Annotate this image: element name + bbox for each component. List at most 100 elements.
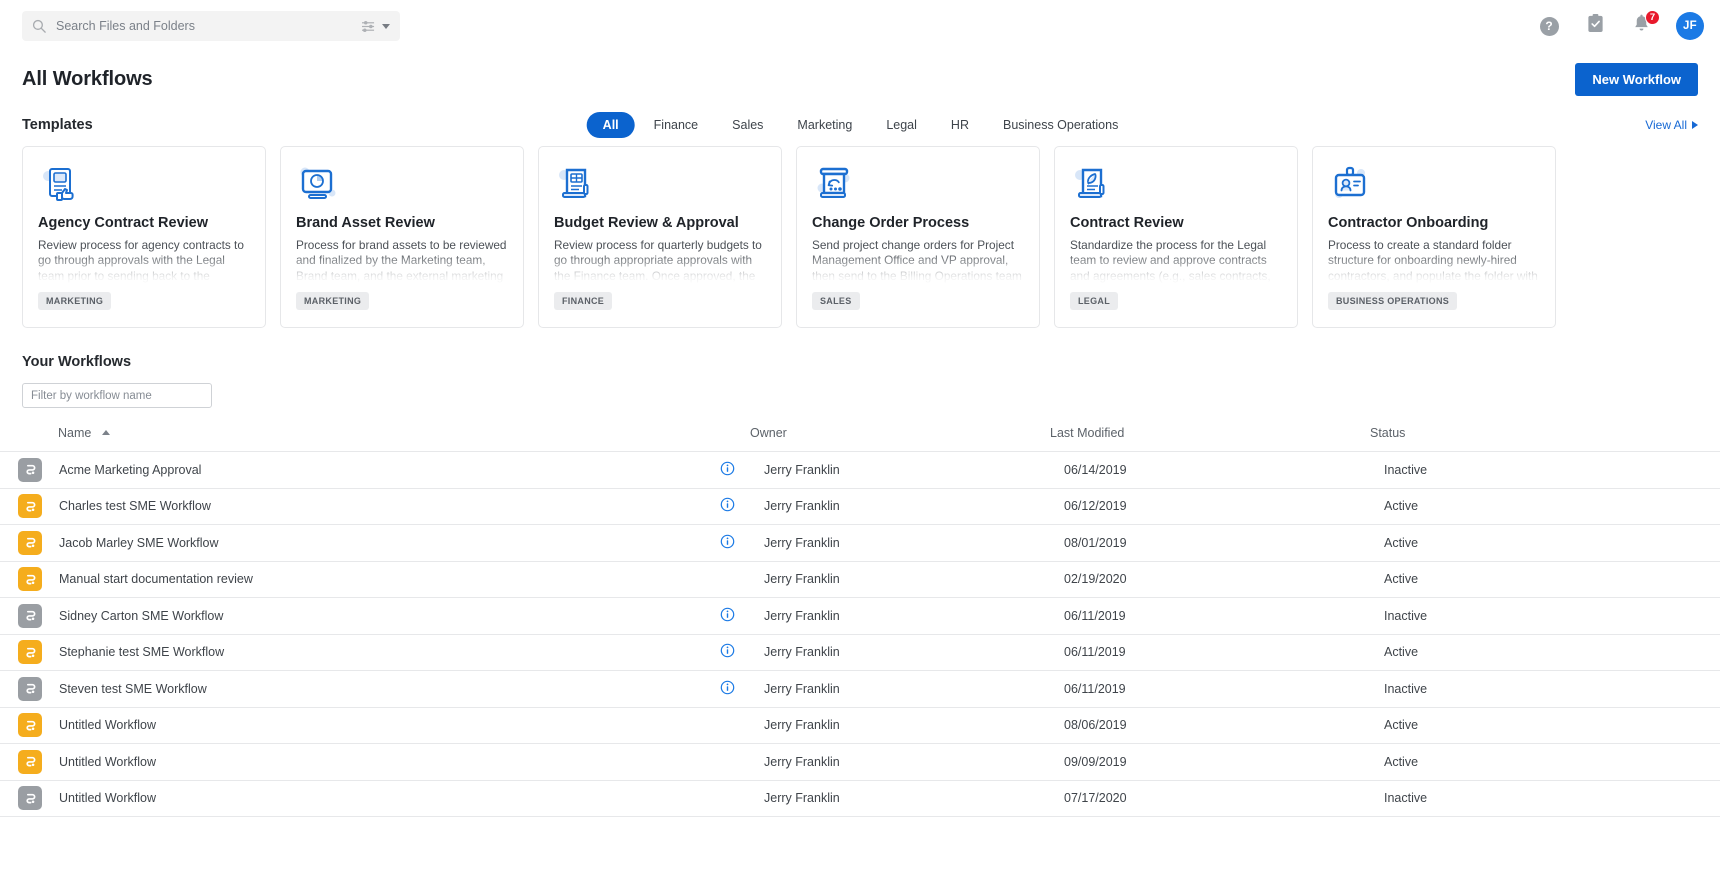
table-row[interactable]: Steven test SME Workflow Jerry Franklin 06… (0, 670, 1720, 708)
template-category-tabs: All Finance Sales Marketing Legal HR Business … (586, 112, 1134, 138)
search-bar[interactable] (22, 11, 400, 41)
workflow-name[interactable]: Jacob Marley SME Workflow (59, 536, 219, 550)
table-row[interactable]: Manual start documentation review Jerry F… (0, 561, 1720, 598)
table-row[interactable]: Stephanie test SME Workflow Jerry Frankli… (0, 634, 1720, 671)
table-row[interactable]: Jacob Marley SME Workflow Jerry Franklin 0… (0, 524, 1720, 562)
view-all-templates-link[interactable]: View All (1645, 118, 1698, 132)
cell-info[interactable] (720, 634, 750, 671)
table-row[interactable]: Charles test SME Workflow Jerry Franklin 0… (0, 488, 1720, 525)
info-icon[interactable] (720, 461, 735, 479)
template-tab-marketing[interactable]: Marketing (782, 112, 867, 138)
cell-last-modified: 06/11/2019 (1064, 608, 1126, 623)
status-badge: Inactive (1384, 608, 1428, 623)
workflow-icon (18, 713, 42, 738)
template-card-description-wrap: Process for brand assets to be reviewed … (296, 238, 508, 286)
info-icon[interactable] (720, 497, 735, 515)
column-header-info (720, 426, 750, 452)
sort-ascending-icon (101, 430, 110, 435)
template-tab-all[interactable]: All (586, 112, 635, 138)
table-row[interactable]: Acme Marketing Approval Jerry Franklin 06/… (0, 451, 1720, 489)
template-tab-sales[interactable]: Sales (717, 112, 778, 138)
template-card-title: Brand Asset Review (296, 215, 435, 231)
workflows-table-body: Acme Marketing Approval Jerry Franklin 06/… (0, 451, 1720, 817)
search-filter-icon[interactable] (361, 19, 377, 33)
template-card-description-wrap: Process to create a standard folder stru… (1328, 238, 1540, 286)
template-card-description-wrap: Send project change orders for Project M… (812, 238, 1024, 286)
template-card[interactable]: Change Order Process Send project change … (796, 146, 1040, 328)
cell-info (720, 561, 750, 598)
cell-info[interactable] (720, 452, 750, 489)
status-badge: Inactive (1384, 462, 1428, 477)
workflow-name[interactable]: Stephanie test SME Workflow (59, 645, 224, 659)
cell-info[interactable] (720, 525, 750, 562)
template-card[interactable]: Budget Review & Approval Review process f… (538, 146, 782, 328)
template-card-tag: FINANCE (554, 292, 613, 310)
template-card-description: Standardize the process for the Legal te… (1070, 238, 1271, 286)
column-header-name[interactable]: Name (0, 426, 720, 452)
cell-name: Untitled Workflow (0, 744, 720, 781)
info-icon[interactable] (720, 534, 735, 552)
monitor-chart-icon (296, 161, 508, 209)
chevron-down-icon[interactable] (382, 23, 390, 29)
help-button[interactable]: ? (1538, 15, 1560, 37)
status-badge: Active (1384, 535, 1419, 550)
template-tab-label: Sales (732, 118, 764, 132)
scroll-quill-icon (1070, 161, 1282, 209)
document-image-thumbsup-icon (38, 161, 250, 209)
template-card[interactable]: Agency Contract Review Review process for… (22, 146, 266, 328)
table-row[interactable]: Untitled Workflow Jerry Franklin 07/17/202… (0, 780, 1720, 817)
workflow-name[interactable]: Charles test SME Workflow (59, 499, 211, 513)
cell-name: Sidney Carton SME Workflow (0, 598, 720, 635)
template-tab-business-operations[interactable]: Business Operations (988, 112, 1133, 138)
workflow-name[interactable]: Sidney Carton SME Workflow (59, 609, 223, 623)
cell-last-modified: 08/06/2019 (1064, 718, 1127, 733)
template-tab-label: All (602, 118, 619, 132)
table-row[interactable]: Sidney Carton SME Workflow Jerry Franklin… (0, 597, 1720, 635)
cell-name: Stephanie test SME Workflow (0, 634, 720, 671)
template-tab-legal[interactable]: Legal (871, 112, 932, 138)
workflow-name[interactable]: Manual start documentation review (59, 572, 253, 586)
cell-info[interactable] (720, 671, 750, 708)
your-workflows-title: Your Workflows (22, 354, 132, 370)
notifications-button[interactable]: 7 (1630, 10, 1660, 37)
scroll-change-icon (812, 161, 1024, 209)
tasks-button[interactable] (1584, 13, 1606, 39)
column-header-last-modified[interactable]: Last Modified (1050, 426, 1370, 452)
template-card[interactable]: Contract Review Standardize the process f… (1054, 146, 1298, 328)
cell-last-modified: 08/01/2019 (1064, 535, 1127, 550)
workflow-name[interactable]: Acme Marketing Approval (59, 463, 201, 477)
info-icon[interactable] (720, 607, 735, 625)
template-tab-label: Business Operations (1002, 118, 1119, 132)
cell-info (720, 744, 750, 781)
workflow-name[interactable]: Untitled Workflow (59, 755, 156, 769)
table-row[interactable]: Untitled Workflow Jerry Franklin 09/09/201… (0, 743, 1720, 781)
workflow-name[interactable]: Untitled Workflow (59, 791, 156, 805)
column-header-status[interactable]: Status (1370, 426, 1720, 452)
new-workflow-button[interactable]: New Workflow (1575, 62, 1698, 96)
cell-owner: Jerry Franklin (764, 462, 840, 477)
template-tab-label: Finance (653, 118, 699, 132)
template-tab-label: Legal (886, 118, 917, 132)
search-input[interactable] (56, 19, 361, 33)
template-card-title: Agency Contract Review (38, 215, 209, 231)
info-icon[interactable] (720, 680, 735, 698)
template-card[interactable]: Contractor Onboarding Process to create a… (1312, 146, 1556, 328)
workflow-icon (18, 567, 42, 592)
template-card-tag: BUSINESS OPERATIONS (1328, 292, 1458, 310)
cell-last-modified: 06/14/2019 (1064, 462, 1127, 477)
cell-info[interactable] (720, 488, 750, 525)
template-card[interactable]: Brand Asset Review Process for brand asse… (280, 146, 524, 328)
clipboard-check-icon (1586, 13, 1605, 39)
cell-info[interactable] (720, 598, 750, 635)
avatar[interactable]: JF (1676, 12, 1704, 40)
table-row[interactable]: Untitled Workflow Jerry Franklin 08/06/201… (0, 707, 1720, 744)
workflow-name[interactable]: Steven test SME Workflow (59, 682, 207, 696)
template-tab-hr[interactable]: HR (936, 112, 984, 138)
cell-last-modified: 02/19/2020 (1064, 572, 1127, 587)
workflow-filter-input[interactable] (22, 383, 212, 408)
info-icon[interactable] (720, 643, 735, 661)
cell-name: Untitled Workflow (0, 780, 720, 817)
workflow-name[interactable]: Untitled Workflow (59, 718, 156, 732)
template-tab-finance[interactable]: Finance (639, 112, 713, 138)
column-header-owner[interactable]: Owner (750, 426, 1050, 452)
